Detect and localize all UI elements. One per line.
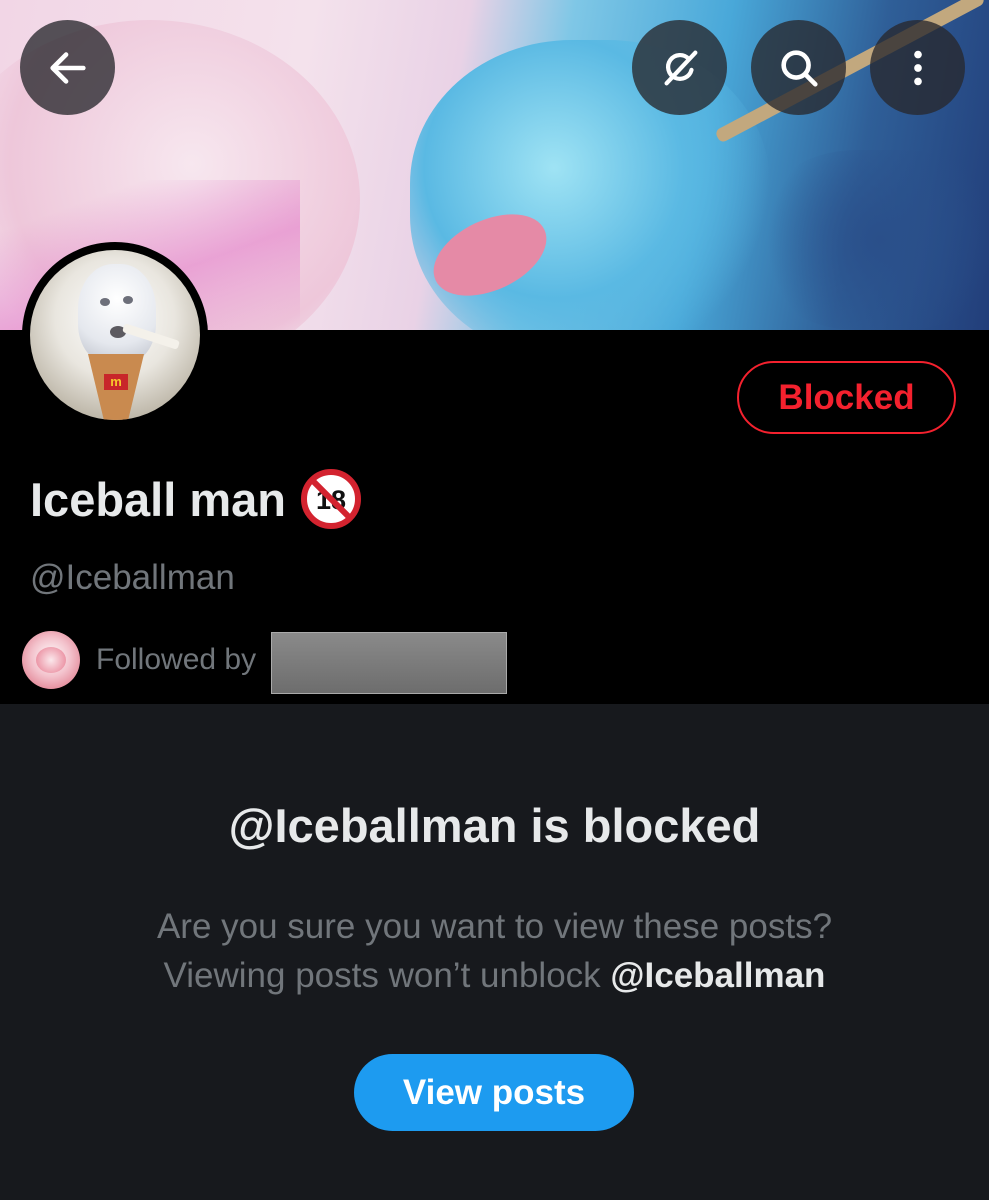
avatar-image: m — [30, 250, 200, 420]
followed-by-label: Followed by — [96, 643, 257, 676]
blocked-notice-handle: @Iceballman — [610, 956, 826, 995]
blocked-notice-line2: Viewing posts won’t unblock @Iceballman — [0, 951, 989, 1000]
more-options-button[interactable] — [870, 20, 965, 115]
redacted-name-box — [271, 632, 507, 694]
followed-by-row[interactable]: Followed by — [22, 630, 256, 690]
blocked-button[interactable]: Blocked — [737, 361, 956, 434]
search-icon — [780, 49, 818, 87]
avatar-art — [78, 264, 156, 364]
profile-handle: @Iceballman — [30, 558, 235, 597]
profile-name-row: Iceball man 18 — [30, 468, 362, 530]
more-vertical-icon — [913, 50, 922, 85]
grok-button[interactable] — [632, 20, 727, 115]
back-button[interactable] — [20, 20, 115, 115]
blocked-notice-line1: Are you sure you want to view these post… — [156, 907, 833, 946]
blocked-notice-title: @Iceballman is blocked — [228, 799, 761, 852]
avatar-art: m — [104, 374, 128, 390]
display-name: Iceball man — [30, 472, 286, 526]
follower-avatar — [22, 631, 80, 689]
profile-avatar[interactable]: m — [22, 242, 208, 428]
avatar-art — [100, 298, 110, 306]
grok-icon — [663, 50, 697, 85]
view-posts-button[interactable]: View posts — [354, 1054, 634, 1131]
banner-art — [760, 150, 989, 330]
arrow-left-icon — [49, 51, 86, 84]
blocked-notice-line2-prefix: Viewing posts won’t unblock — [163, 956, 611, 995]
search-button[interactable] — [751, 20, 846, 115]
avatar-art — [123, 296, 133, 304]
no-under-18-icon: 18 — [301, 469, 361, 529]
blocked-notice-text: Are you sure you want to view these post… — [0, 902, 989, 1000]
